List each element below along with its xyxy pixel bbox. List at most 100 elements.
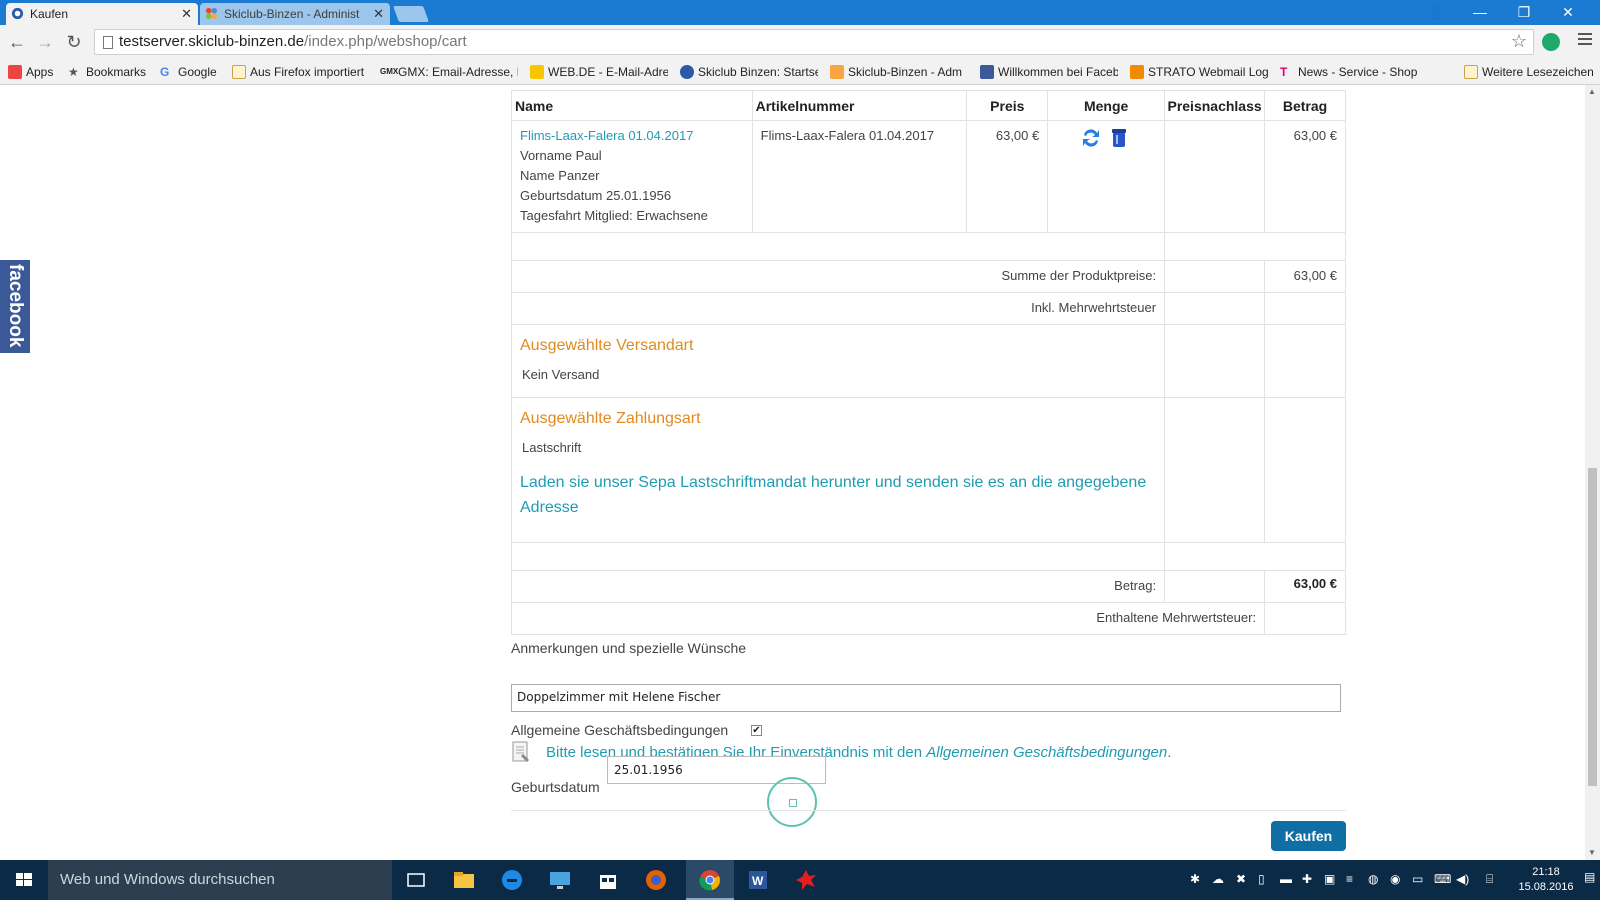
scrollbar-thumb[interactable] xyxy=(1588,468,1597,786)
close-icon[interactable]: ✕ xyxy=(181,3,192,25)
item-amount-cell: 63,00 € xyxy=(1264,120,1346,233)
included-vat-label: Enthaltene Mehrwertsteuer: xyxy=(510,602,1266,635)
folder-icon xyxy=(232,65,246,79)
bookmark-google[interactable]: G Google xyxy=(160,63,222,81)
shipping-cell: Ausgewählte Versandart Kein Versand xyxy=(510,324,1166,398)
tray-green-icon[interactable]: ▬ xyxy=(1280,872,1292,886)
payment-value: Lastschrift xyxy=(522,440,582,455)
tray-app-icon[interactable]: ✖ xyxy=(1236,872,1246,886)
joomla-favicon-icon xyxy=(205,7,218,20)
reload-icon[interactable]: ↻ xyxy=(63,31,85,53)
back-arrow-icon[interactable]: ← xyxy=(6,31,28,53)
remarks-textarea[interactable]: Doppelzimmer mit Helene Fischer xyxy=(511,684,1341,712)
tab-admin[interactable]: Skiclub-Binzen - Administ ✕ xyxy=(200,3,390,25)
bluetooth-icon[interactable]: ✱ xyxy=(1190,872,1200,886)
firefox-icon[interactable] xyxy=(644,868,668,892)
chrome-icon[interactable] xyxy=(698,868,722,892)
sepa-download-link[interactable]: Laden sie unser Sepa Lastschriftmandat h… xyxy=(520,470,1156,520)
agb-checkbox[interactable]: ✔ xyxy=(751,725,762,736)
spacer-row xyxy=(510,232,1346,261)
bookmark-star-icon[interactable]: ☆ xyxy=(1511,31,1527,52)
bookmark-telekom[interactable]: T News - Service - Shop xyxy=(1280,63,1420,81)
item-quantity-cell xyxy=(1047,120,1166,233)
tray-monitor-icon[interactable]: ▣ xyxy=(1324,872,1335,886)
agb-link[interactable]: Allgemeinen Geschäftsbedingungen xyxy=(926,744,1167,761)
update-quantity-icon[interactable] xyxy=(1081,127,1101,149)
page-scrollbar[interactable]: ▲ ▼ xyxy=(1585,85,1600,860)
tray-record-icon[interactable]: ◉ xyxy=(1390,872,1400,886)
remote-desktop-icon[interactable] xyxy=(548,868,572,892)
total-row: Betrag: 63,00 € xyxy=(510,570,1346,603)
product-detail: Vorname Paul xyxy=(520,148,602,163)
edge-icon[interactable] xyxy=(500,868,524,892)
bookmark-webde[interactable]: WEB.DE - E-Mail-Adre xyxy=(530,63,668,81)
skiclub-favicon-icon xyxy=(11,7,24,20)
forward-arrow-icon[interactable]: → xyxy=(34,31,56,53)
bookmark-facebook[interactable]: Willkommen bei Faceb xyxy=(980,63,1118,81)
browser-tabstrip: Kaufen ✕ Skiclub-Binzen - Administ ✕ 👤 —… xyxy=(0,0,1600,25)
sum-label: Summe der Produktpreise: xyxy=(510,260,1166,293)
agb-label: Allgemeine Geschäftsbedingungen xyxy=(511,722,729,738)
task-view-icon[interactable] xyxy=(404,868,428,892)
svg-text:W: W xyxy=(752,874,764,888)
payment-row: Ausgewählte Zahlungsart Lastschrift Lade… xyxy=(510,397,1346,543)
window-close-icon[interactable]: ✕ xyxy=(1546,0,1590,25)
tab-kaufen[interactable]: Kaufen ✕ xyxy=(6,3,198,25)
volume-icon[interactable]: ◀) xyxy=(1456,872,1469,886)
restore-icon[interactable]: ❐ xyxy=(1502,0,1546,25)
product-link[interactable]: Flims-Laax-Falera 01.04.2017 xyxy=(520,126,744,146)
birthdate-label: Geburtsdatum xyxy=(511,779,600,795)
scroll-up-icon[interactable]: ▲ xyxy=(1588,87,1596,96)
store-icon[interactable] xyxy=(596,868,620,892)
chrome-menu-icon[interactable] xyxy=(1578,33,1592,47)
profile-icon[interactable]: 👤 xyxy=(1414,0,1458,25)
app-red-splash-icon[interactable] xyxy=(794,868,818,892)
folder-icon xyxy=(1464,65,1478,79)
keyboard-icon[interactable]: ⌨ xyxy=(1434,872,1451,886)
taskbar-clock[interactable]: 21:18 15.08.2016 xyxy=(1516,865,1576,895)
bookmark-strato[interactable]: STRATO Webmail Log xyxy=(1130,63,1268,81)
address-bar[interactable]: testserver.skiclub-binzen.de/index.php/w… xyxy=(94,29,1534,55)
scroll-down-icon[interactable]: ▼ xyxy=(1588,848,1596,857)
minimize-icon[interactable]: — xyxy=(1458,0,1502,25)
tab-title: Kaufen xyxy=(30,7,69,21)
tray-clock-icon[interactable]: ◍ xyxy=(1368,872,1378,886)
facebook-sidebar-tab[interactable]: facebook xyxy=(0,260,30,353)
taskbar-search-input[interactable]: Web und Windows durchsuchen xyxy=(48,860,392,900)
clock-time: 21:18 xyxy=(1532,866,1560,878)
item-name-cell: Flims-Laax-Falera 01.04.2017 Vorname Pau… xyxy=(511,120,753,233)
close-icon[interactable]: ✕ xyxy=(373,3,384,25)
webshop-cart-page: facebook Name Artikelnummer Preis Menge … xyxy=(0,85,1600,860)
network-icon[interactable]: ▭ xyxy=(1412,872,1423,886)
usb-icon[interactable]: ▯ xyxy=(1258,872,1265,886)
bookmark-bookmarks[interactable]: ★ Bookmarks xyxy=(68,63,150,81)
item-discount-cell xyxy=(1164,120,1266,233)
bookmark-skiclub-start[interactable]: Skiclub Binzen: Startse xyxy=(680,63,818,81)
webde-icon xyxy=(530,65,544,79)
extension-icon[interactable] xyxy=(1542,33,1560,51)
tray-list-icon[interactable]: ≡ xyxy=(1346,872,1353,886)
click-indicator xyxy=(767,777,817,827)
col-header-amount: Betrag xyxy=(1264,90,1346,121)
remarks-label: Anmerkungen und spezielle Wünsche xyxy=(511,640,747,656)
star-icon: ★ xyxy=(68,65,79,79)
bookmark-gmx[interactable]: GMX GMX: Email-Adresse, F xyxy=(380,63,518,81)
file-explorer-icon[interactable] xyxy=(452,868,476,892)
new-tab-button[interactable] xyxy=(393,6,429,22)
bookmark-folder-firefox[interactable]: Aus Firefox importiert xyxy=(232,63,372,81)
language-icon[interactable]: ⌸ xyxy=(1486,872,1493,887)
bookmark-more-folder[interactable]: Weitere Lesezeichen xyxy=(1464,63,1600,81)
cloud-icon[interactable]: ☁ xyxy=(1212,872,1224,886)
action-center-icon[interactable]: ▤ xyxy=(1584,870,1595,884)
col-header-article: Artikelnummer xyxy=(751,90,968,121)
buy-button[interactable]: Kaufen xyxy=(1271,821,1346,851)
windows-start-icon[interactable] xyxy=(0,860,48,900)
bookmark-apps[interactable]: Apps xyxy=(8,63,68,81)
tray-red-icon[interactable]: ✚ xyxy=(1302,872,1312,886)
bookmark-skiclub-admin[interactable]: Skiclub-Binzen - Adm xyxy=(830,63,968,81)
telekom-icon: T xyxy=(1280,65,1288,79)
included-vat-row: Enthaltene Mehrwertsteuer: xyxy=(510,602,1346,635)
product-detail: Name Panzer xyxy=(520,168,600,183)
word-icon[interactable]: W xyxy=(746,868,770,892)
delete-item-icon[interactable] xyxy=(1111,127,1127,149)
